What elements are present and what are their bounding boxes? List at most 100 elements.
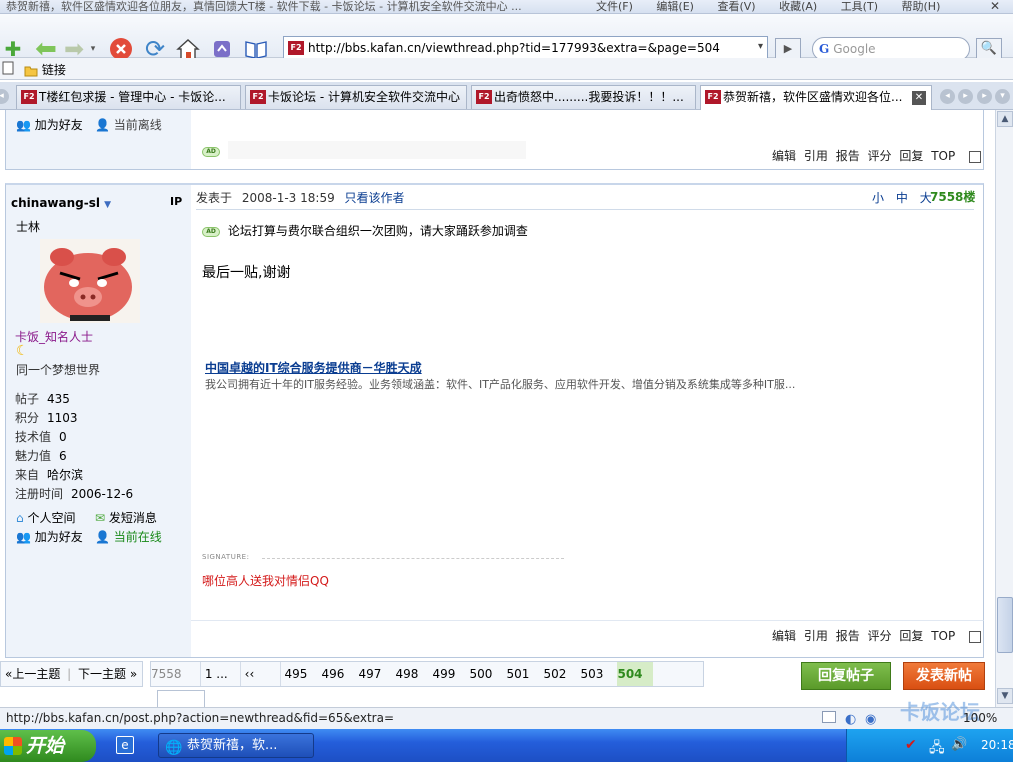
page-jump-input[interactable] — [157, 689, 205, 708]
tab-close-icon[interactable]: ✕ — [912, 91, 926, 105]
floor-number[interactable]: 7558楼 — [930, 188, 975, 205]
report-link[interactable]: 报告 — [836, 149, 860, 163]
moon-star-icon: ☾ — [16, 343, 29, 359]
stat-value: 0 — [59, 430, 67, 444]
menu-edit[interactable]: 编辑(E) — [656, 0, 694, 13]
page-link[interactable]: 496 — [321, 662, 358, 686]
tab-scroll-left-icon[interactable]: ◂ — [0, 89, 9, 104]
reply-thread-button[interactable]: 回复帖子 — [801, 662, 891, 690]
address-url[interactable]: http://bbs.kafan.cn/viewthread.php?tid=1… — [308, 41, 720, 55]
page-link[interactable]: 499 — [432, 662, 469, 686]
page-links: 7558 1 ... ‹‹ 495 496 497 498 499 500 501 502 50… — [150, 661, 704, 708]
scroll-thumb[interactable] — [997, 597, 1013, 653]
address-bar[interactable]: F2 http://bbs.kafan.cn/viewthread.php?ti… — [283, 36, 768, 60]
page-link[interactable]: 502 — [543, 662, 580, 686]
scroll-up-icon[interactable]: ▲ — [997, 111, 1013, 127]
menu-favorites[interactable]: 收藏(A) — [779, 0, 817, 13]
report-link[interactable]: 报告 — [836, 629, 860, 643]
page-link[interactable]: 495 — [284, 662, 321, 686]
promo-title-link[interactable]: 中国卓越的IT综合服务提供商－华胜天成 — [205, 359, 422, 376]
menu-bar: 文件(F) 编辑(E) 查看(V) 收藏(A) 工具(T) 帮助(H) — [596, 0, 960, 13]
prev-pages-link[interactable]: ‹‹ — [245, 662, 281, 686]
tab-label: 出奇愤怒中.........我要投诉！！！... — [494, 90, 684, 104]
next-thread-link[interactable]: 下一主题 » — [78, 667, 137, 681]
avatar[interactable] — [40, 239, 140, 323]
edit-link[interactable]: 编辑 — [772, 629, 796, 643]
system-tray: ✔ 🖧 🔊 20:18 — [846, 729, 1013, 762]
stat-value: 2006-12-6 — [71, 487, 134, 501]
add-friend-link[interactable]: 👥 加为好友 — [16, 528, 83, 545]
author-name[interactable]: chinawang-sl ▼ — [11, 196, 111, 210]
site-favicon-icon: F2 — [288, 41, 304, 55]
menu-file[interactable]: 文件(F) — [596, 0, 633, 13]
tab-scroll-left-icon[interactable]: ◂ — [940, 89, 955, 104]
top-link[interactable]: TOP — [931, 629, 955, 643]
page-link[interactable]: 500 — [469, 662, 506, 686]
menu-view[interactable]: 查看(V) — [717, 0, 755, 13]
taskbar-window-button[interactable]: 🌐 恭贺新禧，软... — [158, 733, 314, 758]
send-message-link[interactable]: ✉ 发短消息 — [95, 509, 157, 526]
stat-from: 来自 哈尔滨 — [15, 466, 83, 483]
quote-link[interactable]: 引用 — [804, 149, 828, 163]
envelope-icon: ✉ — [95, 511, 106, 525]
select-post-checkbox[interactable] — [969, 630, 982, 643]
start-button[interactable]: 开始 — [0, 730, 96, 762]
tab-menu-icon[interactable]: ▾ — [995, 89, 1010, 104]
tab-2[interactable]: F2 卡饭论坛 - 计算机安全软件交流中心 — [245, 85, 467, 109]
first-page-link[interactable]: 1 ... — [205, 662, 241, 686]
prev-ad-slot — [228, 141, 526, 159]
page-link[interactable]: 501 — [506, 662, 543, 686]
rate-link[interactable]: 评分 — [868, 629, 892, 643]
links-folder[interactable]: 链接 — [24, 61, 66, 78]
prev-add-friend-link[interactable]: 👥 加为好友 — [16, 116, 83, 133]
status-globe-icon[interactable]: ◉ — [865, 710, 876, 730]
tray-network-icon[interactable]: 🖧 — [929, 737, 945, 761]
prev-thread-link[interactable]: «上一主题 — [5, 667, 60, 681]
page-link[interactable]: 503 — [580, 662, 617, 686]
menu-help[interactable]: 帮助(H) — [902, 0, 941, 13]
send-message-label: 发短消息 — [108, 511, 157, 525]
select-post-checkbox[interactable] — [969, 150, 982, 163]
status-bar: http://bbs.kafan.cn/post.php?action=newt… — [0, 702, 1013, 730]
vertical-scrollbar[interactable]: ▲ ▼ — [995, 110, 1013, 707]
address-dropdown-icon[interactable]: ▾ — [758, 41, 763, 52]
ip-label[interactable]: IP — [170, 195, 182, 208]
menu-tools[interactable]: 工具(T) — [841, 0, 878, 13]
go-button[interactable]: ▶ — [775, 38, 801, 60]
post-ad-link[interactable]: 论坛打算与费尔联合组织一次团购，请大家踊跃参加调查 — [228, 224, 528, 238]
tray-clock[interactable]: 20:18 — [981, 738, 1013, 752]
top-link[interactable]: TOP — [931, 149, 955, 163]
reply-link[interactable]: 回复 — [899, 149, 923, 163]
zoom-level[interactable]: 100% — [963, 708, 997, 728]
online-status: 👤 当前在线 — [95, 528, 162, 545]
tab-1[interactable]: F2 T楼红包求援 - 管理中心 - 卡饭论... — [16, 85, 241, 109]
only-author-link[interactable]: 只看该作者 — [345, 191, 405, 205]
search-button[interactable]: 🔍 — [976, 38, 1002, 60]
tab-scroll-right-icon[interactable]: ▸ — [977, 89, 992, 104]
page-link[interactable]: 498 — [395, 662, 432, 686]
tab-list-icon[interactable]: ▸ — [958, 89, 973, 104]
status-compass-icon[interactable]: ◐ — [845, 710, 856, 730]
font-small-link[interactable]: 小 — [872, 191, 884, 205]
quote-link[interactable]: 引用 — [804, 629, 828, 643]
status-page-icon[interactable] — [822, 711, 836, 723]
new-thread-button[interactable]: 发表新帖 — [903, 662, 985, 690]
tab-3[interactable]: F2 出奇愤怒中.........我要投诉！！！... — [471, 85, 696, 109]
quick-launch-ie-icon[interactable]: e — [116, 736, 134, 754]
scroll-down-icon[interactable]: ▼ — [997, 688, 1013, 704]
reply-link[interactable]: 回复 — [899, 629, 923, 643]
author-menu-icon[interactable]: ▼ — [104, 200, 111, 210]
links-label: 链接 — [41, 63, 66, 77]
google-logo-icon: G — [819, 42, 830, 56]
tray-security-icon[interactable]: ✔ — [905, 737, 917, 753]
rate-link[interactable]: 评分 — [868, 149, 892, 163]
font-medium-link[interactable]: 中 — [896, 191, 908, 205]
links-bar: 链接 — [0, 58, 1013, 80]
tray-volume-icon[interactable]: 🔊 — [951, 737, 967, 752]
tab-active[interactable]: F2 恭贺新禧，软件区盛情欢迎各位... ✕ — [700, 85, 932, 110]
taskbar: 开始 e 🌐 恭贺新禧，软... ✔ 🖧 🔊 20:18 — [0, 729, 1013, 762]
window-close-icon[interactable]: ✕ — [990, 0, 1000, 13]
edit-link[interactable]: 编辑 — [772, 149, 796, 163]
page-link[interactable]: 497 — [358, 662, 395, 686]
personal-space-link[interactable]: ⌂ 个人空间 — [16, 509, 75, 526]
